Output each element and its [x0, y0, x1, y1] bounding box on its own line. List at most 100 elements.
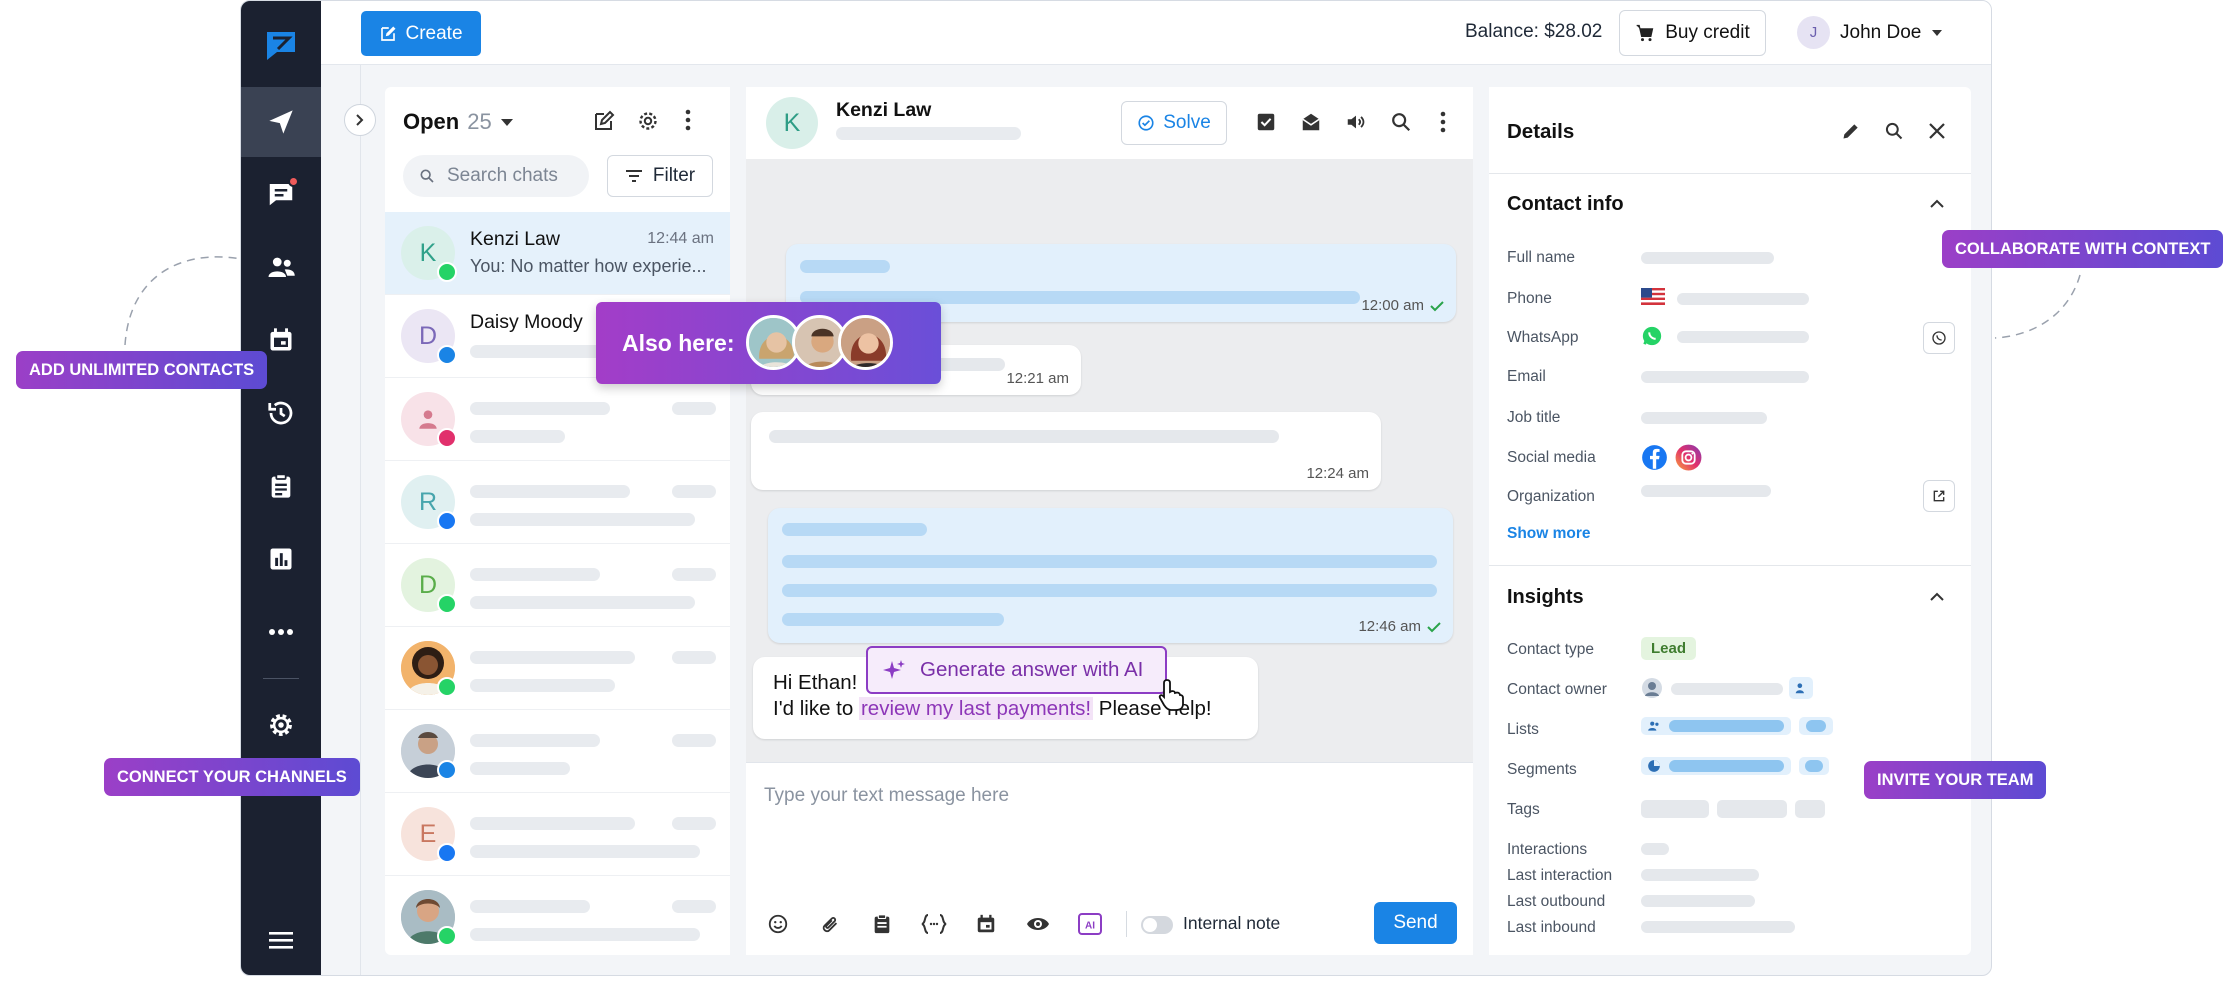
divider [1489, 173, 1971, 174]
chat-list-menu-button[interactable] [685, 109, 691, 131]
chat-settings-button[interactable] [636, 109, 660, 133]
chat-count: 25 [467, 109, 492, 134]
open-whatsapp-button[interactable] [1923, 322, 1955, 354]
contacts-icon [1648, 721, 1659, 731]
collapse-insights-button[interactable] [1930, 592, 1944, 601]
solve-button[interactable]: Solve [1121, 101, 1227, 145]
sidebar-item-send[interactable] [241, 87, 321, 157]
message-time: 12:24 am [1306, 465, 1369, 482]
conversation-header: K Kenzi Law Solve [746, 87, 1473, 159]
search-input[interactable]: Search chats [403, 155, 589, 197]
contact-type-badge: Lead [1641, 637, 1697, 660]
conversation-search-button[interactable] [1390, 111, 1412, 133]
emoji-button[interactable] [764, 910, 792, 938]
value-placeholder [1641, 412, 1767, 424]
facebook-icon[interactable] [1641, 444, 1668, 471]
buy-credit-button[interactable]: Buy credit [1619, 10, 1766, 56]
message-meta: 12:46 am [1358, 618, 1441, 635]
ai-button[interactable]: AI [1076, 910, 1104, 938]
callout-collaborate: COLLABORATE WITH CONTEXT [1942, 230, 2224, 268]
mark-done-button[interactable] [1255, 111, 1277, 133]
preview-placeholder [470, 762, 570, 775]
message-composer[interactable]: Type your text message here AI Internal … [746, 762, 1473, 955]
chat-list-item[interactable]: E [385, 793, 730, 876]
open-organization-button[interactable] [1923, 480, 1955, 512]
sound-button[interactable] [1345, 111, 1367, 133]
field-label-segments: Segments [1507, 761, 1577, 778]
sidebar-item-contacts[interactable] [241, 232, 321, 302]
chat-list-item[interactable] [385, 710, 730, 793]
clipboard-icon [874, 914, 890, 934]
chat-list-item[interactable] [385, 378, 730, 461]
mail-button[interactable] [1300, 111, 1322, 133]
time-placeholder [672, 651, 716, 664]
sidebar-item-chats[interactable] [241, 159, 321, 229]
preview-button[interactable] [1024, 910, 1052, 938]
name-placeholder [470, 734, 600, 747]
solve-label: Solve [1163, 112, 1211, 133]
value-placeholder [1641, 921, 1795, 933]
sidebar-item-tasks[interactable] [241, 451, 321, 521]
name-placeholder [470, 817, 635, 830]
generate-ai-answer-button[interactable]: Generate answer with AI [866, 646, 1167, 694]
ai-icon: AI [1078, 913, 1102, 935]
value-placeholder [1641, 371, 1809, 383]
create-button-label: Create [405, 22, 463, 44]
whatsapp-icon [1642, 326, 1662, 346]
send-button[interactable]: Send [1374, 902, 1457, 944]
code-braces-icon [921, 914, 947, 934]
message-text-pre: I'd like to [773, 697, 854, 720]
chevron-up-icon [1930, 592, 1944, 601]
collapse-contact-info-button[interactable] [1930, 199, 1944, 208]
templates-button[interactable] [868, 910, 896, 938]
name-placeholder [470, 651, 635, 664]
chat-list-item[interactable]: R [385, 461, 730, 544]
buy-credit-label: Buy credit [1665, 22, 1750, 43]
value-placeholder [1671, 683, 1783, 695]
close-details-button[interactable] [1928, 122, 1946, 140]
logo[interactable] [241, 11, 321, 81]
gear-icon [270, 714, 292, 736]
user-menu[interactable]: J John Doe [1797, 16, 1943, 49]
chat-list-item[interactable] [385, 876, 730, 955]
expand-panel-button[interactable] [344, 104, 376, 136]
filter-label: Filter [652, 165, 696, 186]
message-bubble-incoming: 12:24 am [751, 412, 1381, 490]
schedule-button[interactable] [972, 910, 1000, 938]
sidebar-item-more[interactable] [241, 597, 321, 667]
create-button[interactable]: Create [361, 11, 481, 56]
sidebar-item-reports[interactable] [241, 524, 321, 594]
svg-text:AI: AI [1085, 921, 1095, 932]
facebook-icon [437, 511, 457, 531]
filter-button[interactable]: Filter [607, 155, 713, 197]
chat-list-item[interactable]: K Kenzi Law 12:44 am You: No matter how … [385, 212, 730, 295]
sidebar-item-menu[interactable] [241, 905, 321, 975]
contacts-icon [268, 257, 295, 277]
field-label-full-name: Full name [1507, 249, 1576, 266]
time-placeholder [672, 817, 716, 830]
compose-button[interactable] [592, 109, 616, 133]
instagram-icon[interactable] [1675, 444, 1702, 471]
conversation-menu-button[interactable] [1440, 111, 1446, 133]
emoji-icon [768, 914, 788, 934]
search-placeholder: Search chats [447, 165, 558, 186]
variables-button[interactable] [920, 910, 948, 938]
edit-details-button[interactable] [1841, 121, 1861, 141]
chat-preview: You: No matter how experie... [470, 256, 707, 276]
tag-chip [1641, 800, 1709, 818]
show-more-link[interactable]: Show more [1507, 525, 1591, 543]
preview-placeholder [470, 513, 695, 526]
message-meta: 12:24 am [1306, 465, 1369, 482]
chat-filter-dropdown[interactable]: Open 25 [403, 109, 514, 135]
paperclip-icon [822, 916, 838, 933]
field-label-phone: Phone [1507, 290, 1552, 307]
sidebar-item-settings[interactable] [241, 690, 321, 760]
chat-list-item[interactable] [385, 627, 730, 710]
history-icon [268, 401, 293, 425]
message-time: 12:00 am [1361, 297, 1424, 314]
attach-button[interactable] [816, 910, 844, 938]
chat-list-item[interactable]: D [385, 544, 730, 627]
internal-note-toggle[interactable] [1141, 916, 1173, 934]
time-placeholder [672, 900, 716, 913]
details-search-button[interactable] [1884, 121, 1904, 141]
